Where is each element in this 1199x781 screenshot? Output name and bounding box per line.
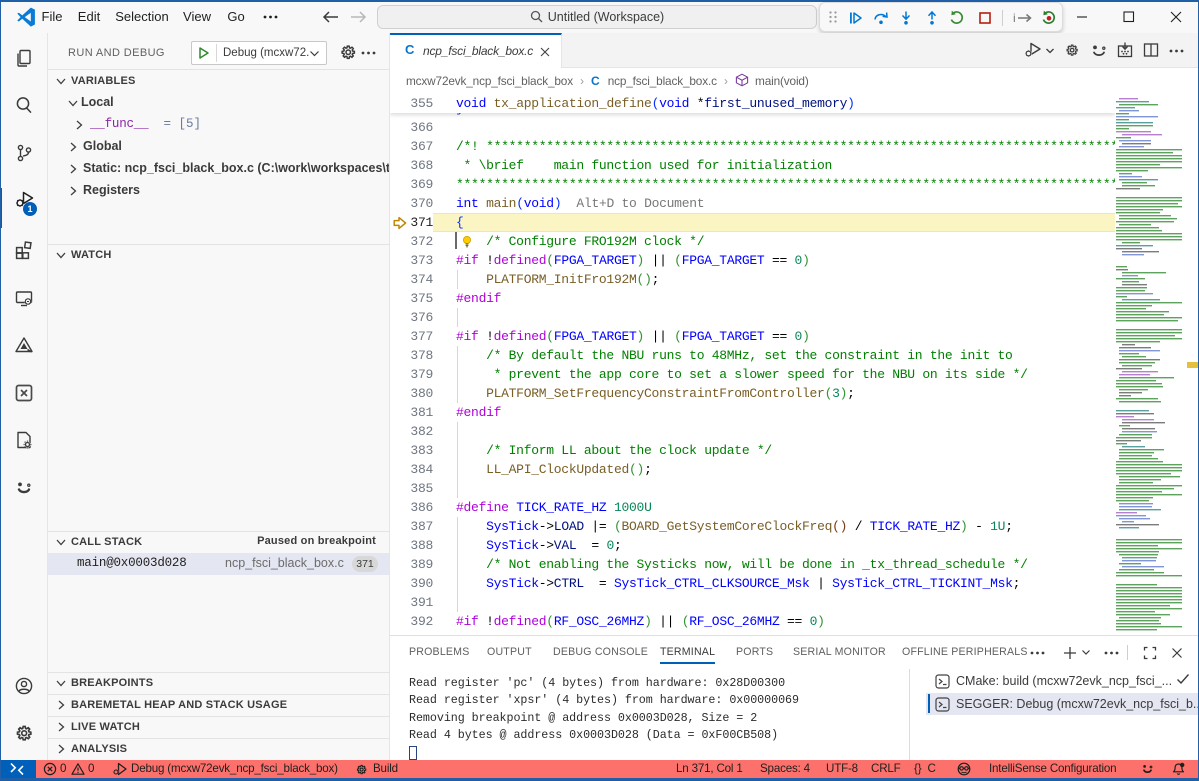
svg-text:i: i bbox=[1013, 11, 1016, 25]
